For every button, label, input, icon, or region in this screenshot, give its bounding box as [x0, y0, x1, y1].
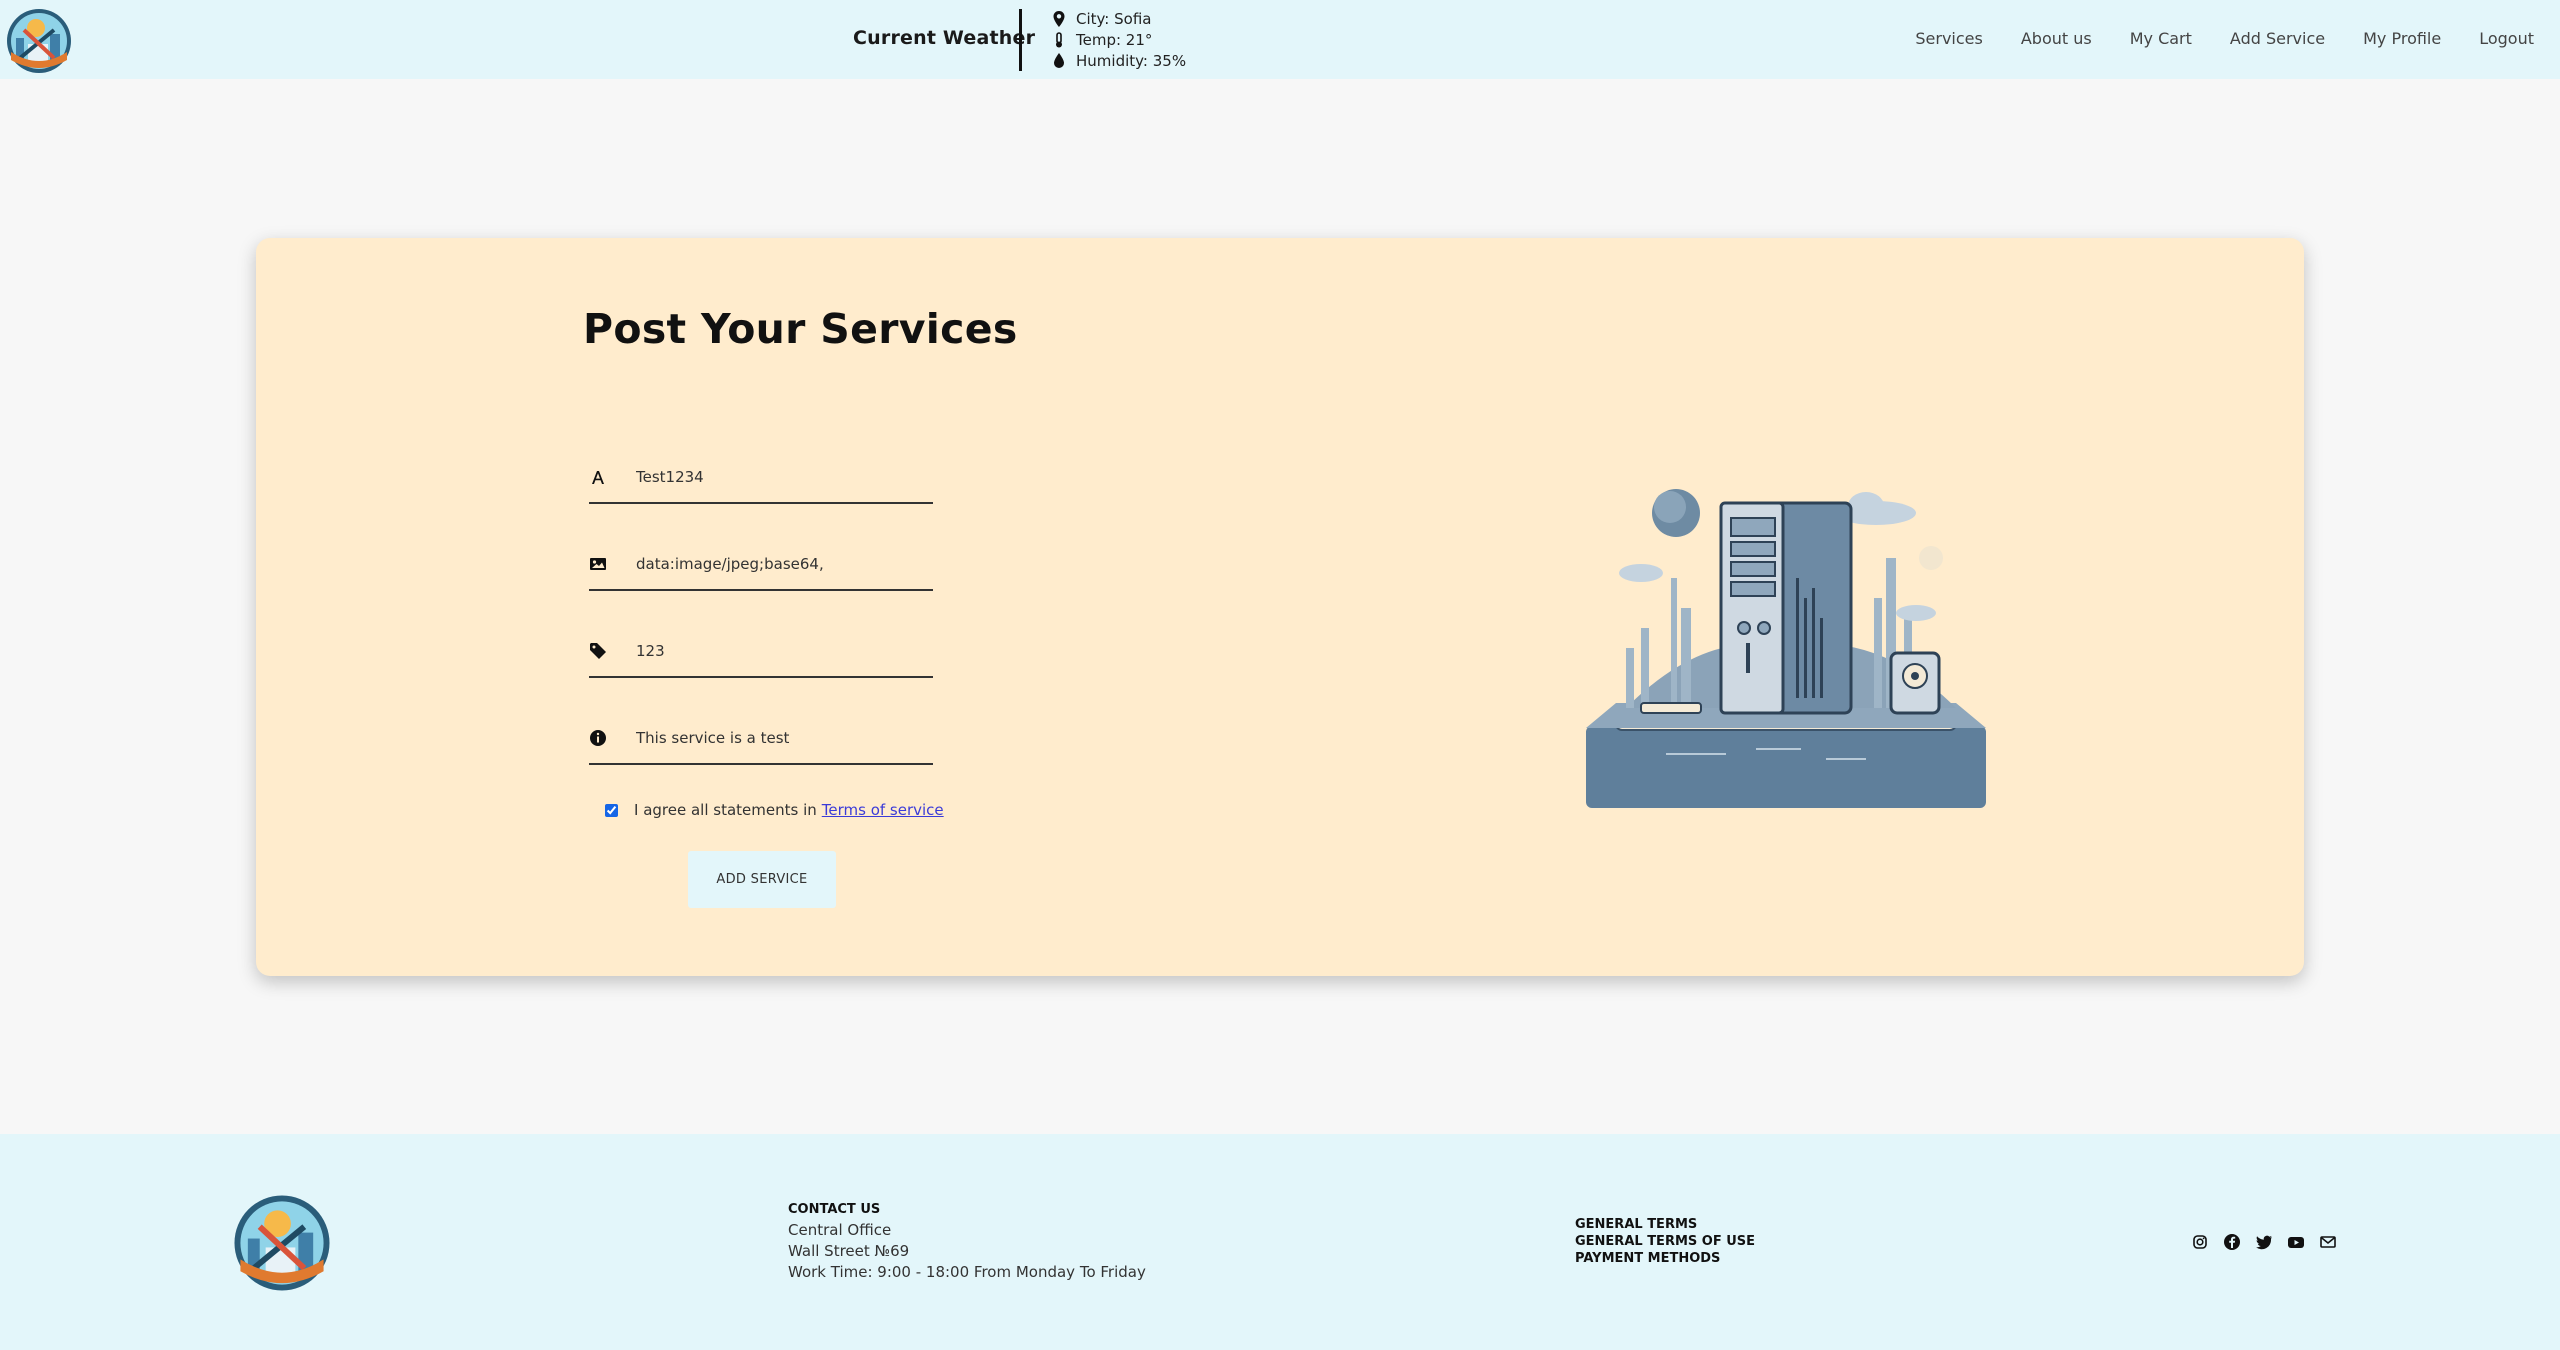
service-name-field: [589, 454, 933, 504]
add-service-card: Post Your Services I agree all statement…: [256, 238, 2304, 976]
nav-add-service[interactable]: Add Service: [2230, 29, 2325, 48]
agree-checkbox[interactable]: [605, 803, 618, 817]
weather-humidity-text: Humidity: 35%: [1076, 51, 1187, 70]
service-name-input[interactable]: [636, 462, 926, 492]
service-image-input[interactable]: [636, 549, 926, 579]
top-header: Current Weather City: Sofia Temp: 21° Hu…: [0, 0, 2560, 79]
contact-hours: Work Time: 9:00 - 18:00 From Monday To F…: [788, 1263, 1146, 1281]
facebook-icon[interactable]: [2223, 1233, 2241, 1251]
nav-my-profile[interactable]: My Profile: [2363, 29, 2441, 48]
location-pin-icon: [1053, 10, 1065, 27]
add-service-button[interactable]: ADD SERVICE: [688, 851, 836, 908]
weather-city-text: City: Sofia: [1076, 9, 1152, 28]
info-icon: [590, 730, 606, 746]
general-terms-link[interactable]: GENERAL TERMS: [1575, 1216, 1755, 1233]
site-logo[interactable]: [6, 8, 72, 74]
weather-humidity: Humidity: 35%: [1052, 50, 1186, 71]
nav-services[interactable]: Services: [1915, 29, 1982, 48]
social-links: [2191, 1233, 2337, 1251]
mail-icon[interactable]: [2319, 1233, 2337, 1251]
agree-terms: I agree all statements in Terms of servi…: [605, 801, 944, 819]
footer: CONTACT US Central Office Wall Street №6…: [0, 1134, 2560, 1350]
twitter-icon[interactable]: [2255, 1233, 2273, 1251]
contact-office: Central Office: [788, 1221, 892, 1239]
instagram-icon[interactable]: [2191, 1233, 2209, 1251]
server-illustration: [1586, 489, 1986, 808]
general-terms-of-use-link[interactable]: GENERAL TERMS OF USE: [1575, 1233, 1755, 1250]
main-nav: Services About us My Cart Add Service My…: [1877, 29, 2534, 48]
weather-city: City: Sofia: [1052, 8, 1186, 29]
service-image-field: [589, 541, 933, 591]
font-icon: [592, 471, 604, 484]
contact-address: Wall Street №69: [788, 1242, 910, 1260]
image-icon: [590, 558, 606, 570]
thermometer-icon: [1056, 31, 1062, 47]
terms-section: GENERAL TERMS GENERAL TERMS OF USE PAYME…: [1575, 1216, 1755, 1267]
agree-text: I agree all statements in: [634, 801, 817, 819]
nav-logout[interactable]: Logout: [2479, 29, 2534, 48]
youtube-icon[interactable]: [2287, 1233, 2305, 1251]
terms-of-service-link[interactable]: Terms of service: [822, 801, 944, 819]
weather-temp: Temp: 21°: [1052, 29, 1186, 50]
weather-temp-text: Temp: 21°: [1076, 30, 1153, 49]
service-price-input[interactable]: [636, 636, 926, 666]
tag-icon: [590, 643, 606, 659]
service-description-input[interactable]: [636, 723, 926, 753]
service-description-field: [589, 715, 933, 765]
droplet-icon: [1054, 52, 1064, 68]
contact-heading: CONTACT US: [788, 1202, 881, 1217]
weather-title: Current Weather: [853, 27, 1036, 49]
weather-info: City: Sofia Temp: 21° Humidity: 35%: [1052, 8, 1186, 71]
weather-divider: [1019, 9, 1022, 71]
nav-about-us[interactable]: About us: [2021, 29, 2092, 48]
nav-my-cart[interactable]: My Cart: [2130, 29, 2192, 48]
service-price-field: [589, 628, 933, 678]
page-title: Post Your Services: [583, 305, 1018, 353]
contact-section: CONTACT US Central Office Wall Street №6…: [788, 1202, 1146, 1283]
footer-logo[interactable]: [233, 1194, 331, 1292]
payment-methods-link[interactable]: PAYMENT METHODS: [1575, 1250, 1755, 1267]
